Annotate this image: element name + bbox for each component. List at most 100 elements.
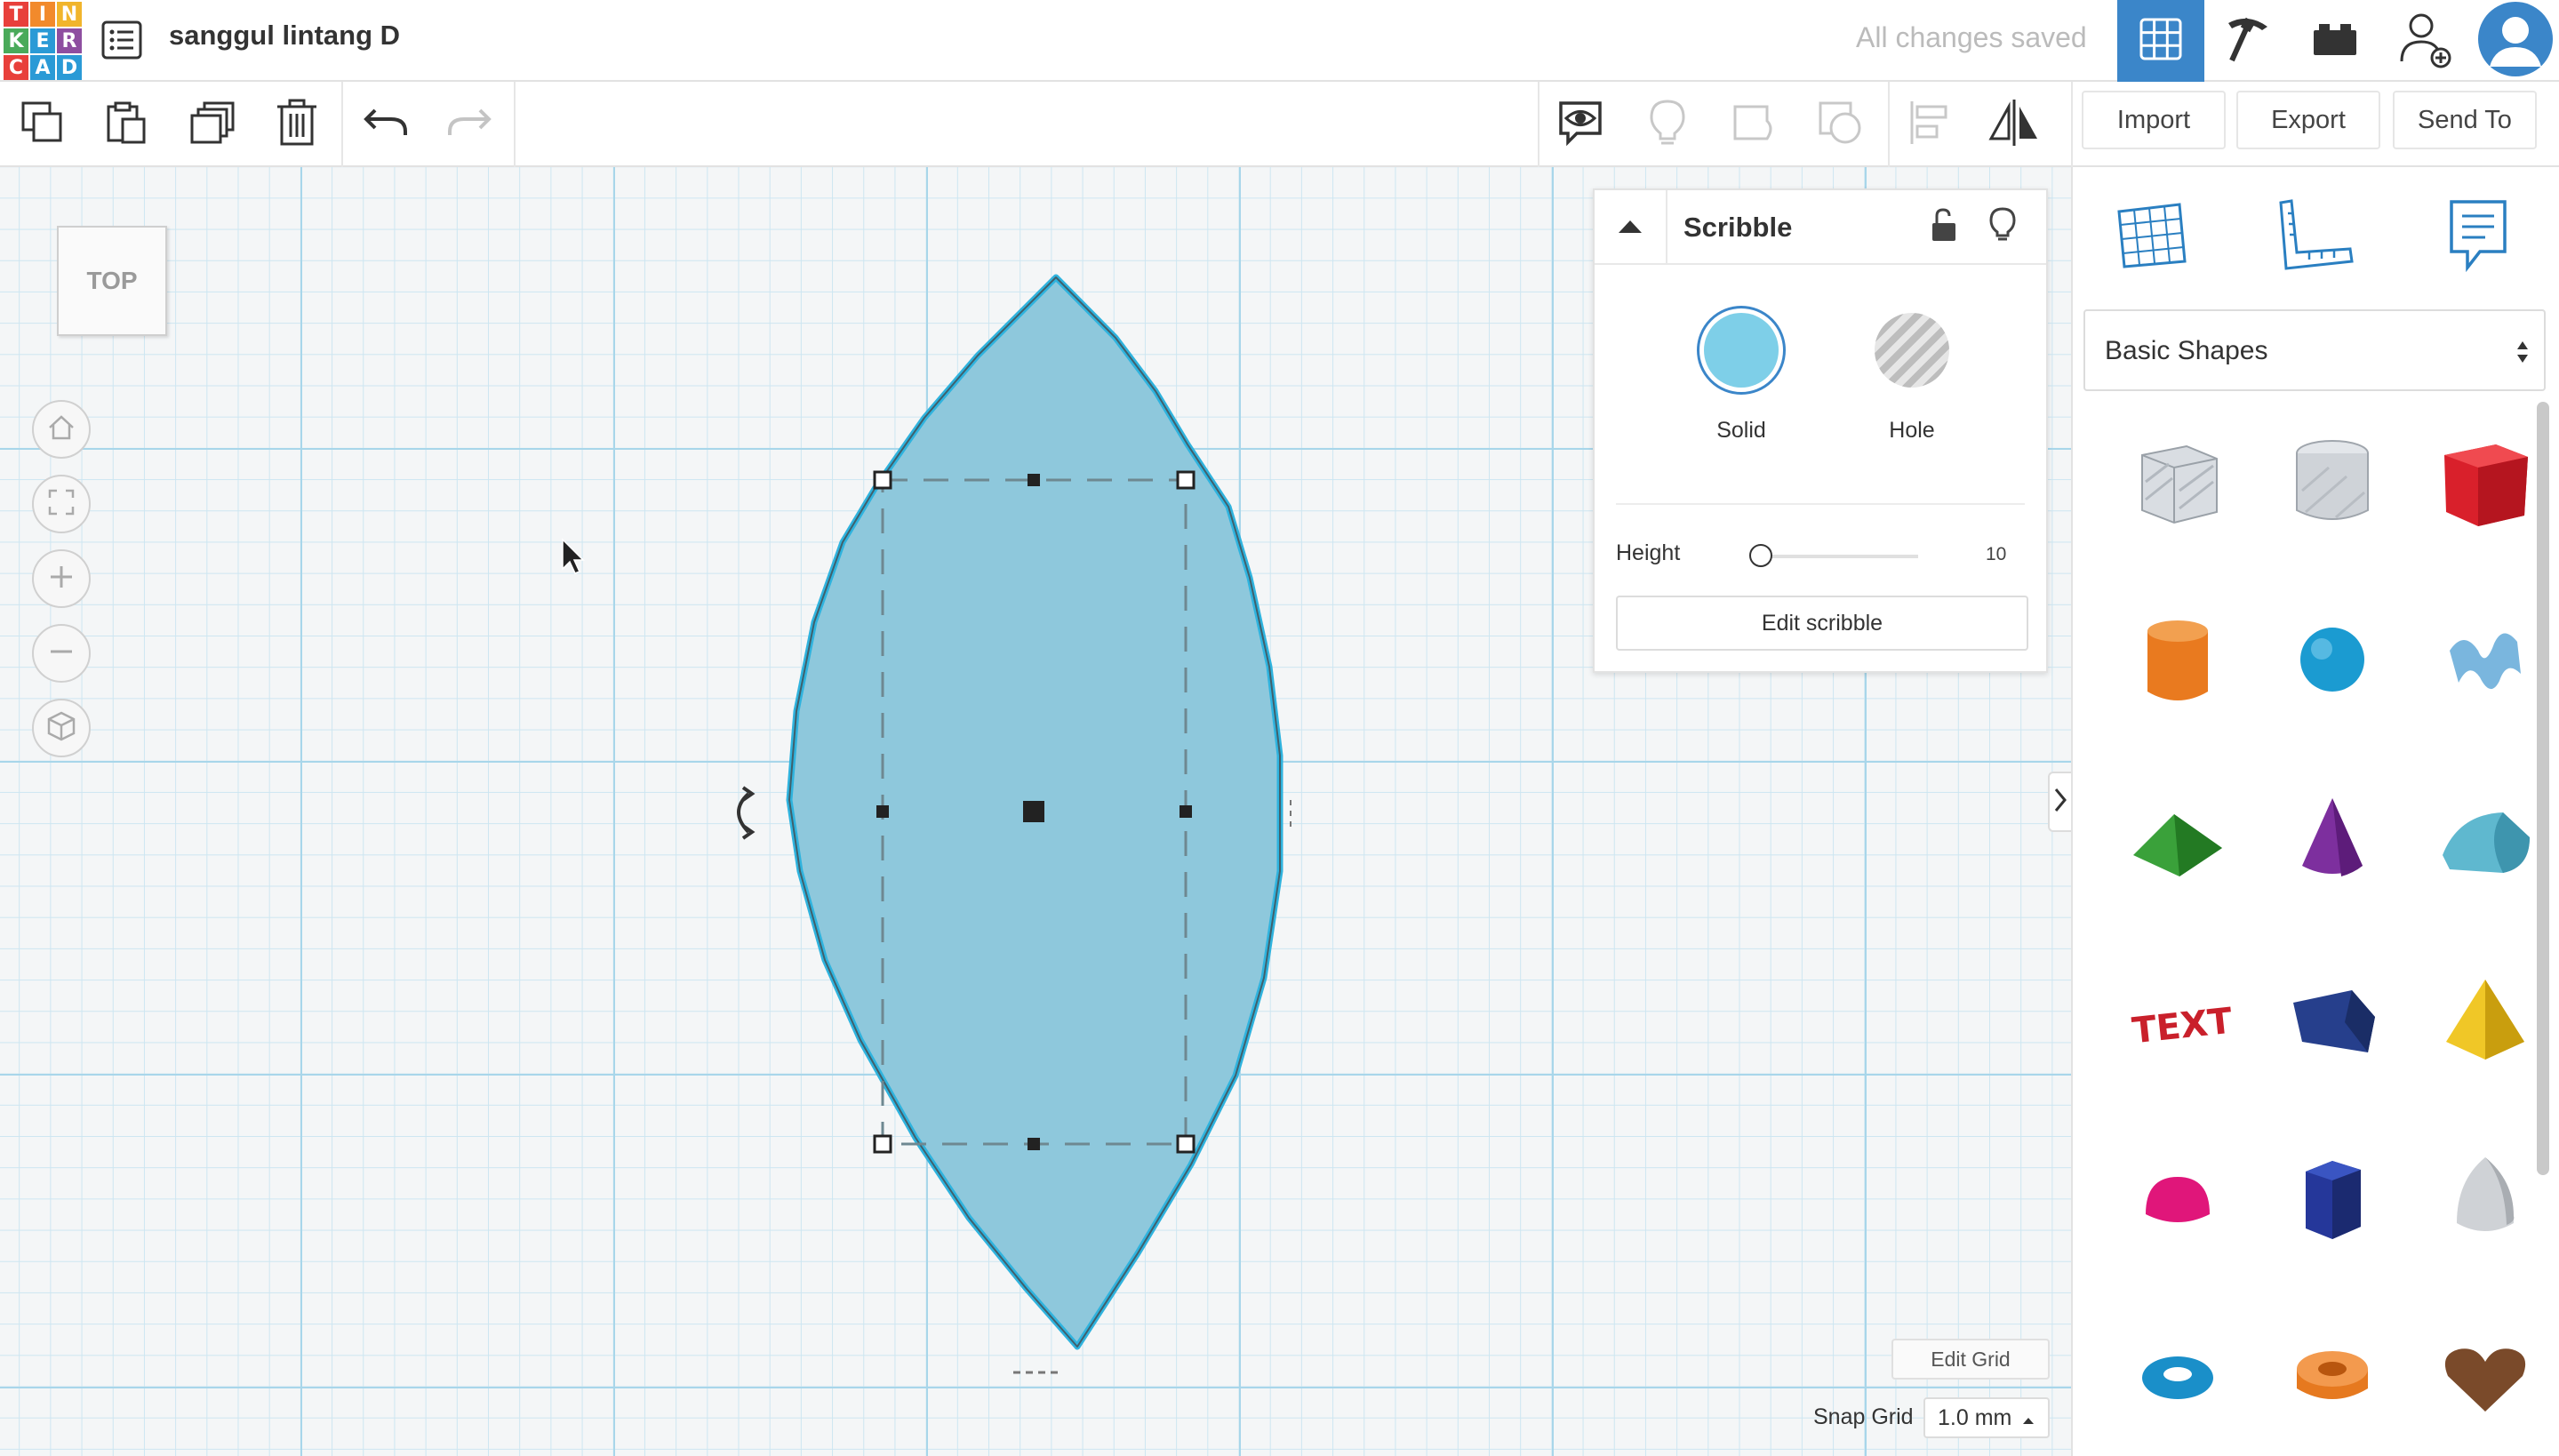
library-collapse-arrow[interactable] (2048, 772, 2071, 832)
svg-text:TEXT: TEXT (2131, 1001, 2231, 1052)
lock-button[interactable] (1923, 206, 1964, 247)
3d-design-view-button[interactable] (2117, 0, 2204, 82)
duplicate-button[interactable] (187, 98, 240, 151)
cylinder-shape[interactable] (2124, 606, 2231, 713)
undo-icon (363, 105, 409, 145)
snap-grid-select[interactable]: 1.0 mm (1923, 1397, 2050, 1438)
ruler-tab[interactable] (2272, 194, 2357, 279)
align-button[interactable] (1902, 98, 1955, 151)
toolbar-separator (341, 82, 343, 167)
paraboloid-shape[interactable] (2432, 1145, 2539, 1252)
lightbulb-icon (1648, 98, 1687, 152)
height-slider[interactable] (1749, 544, 1918, 567)
lightbulb-icon (1989, 206, 2016, 247)
copy-button[interactable] (16, 98, 69, 151)
brick-icon (2312, 21, 2358, 61)
polygon-shape[interactable] (2279, 1145, 2386, 1252)
tinkercad-logo[interactable]: TIN KER CAD (4, 2, 82, 80)
height-label: Height (1616, 540, 1681, 565)
sphere-shape[interactable] (2279, 606, 2386, 713)
blocks-view-button[interactable] (2204, 0, 2291, 82)
library-scrollbar[interactable] (2537, 402, 2549, 1175)
cone-shape[interactable] (2279, 784, 2386, 891)
box-hole-shape[interactable] (2124, 428, 2231, 535)
cylinder-hole-shape-icon (2296, 440, 2369, 520)
inspector-header: Scribble (1595, 190, 2046, 265)
export-button[interactable]: Export (2236, 91, 2380, 149)
cylinder-hole-shape[interactable] (2279, 428, 2386, 535)
redo-button[interactable] (443, 98, 496, 151)
notes-visibility-button[interactable] (1554, 98, 1607, 151)
half-sphere-shape[interactable] (2124, 1145, 2231, 1252)
heart-shape[interactable] (2432, 1323, 2539, 1429)
redo-icon (446, 105, 492, 145)
delete-button[interactable] (270, 98, 324, 151)
align-icon (1907, 98, 1951, 152)
ruler-icon (2275, 197, 2354, 276)
scribble-shape-icon (2450, 633, 2521, 690)
round-roof-shape-icon (2443, 812, 2530, 873)
height-value[interactable]: 10 (1986, 544, 2006, 565)
grid-view-icon (2139, 17, 2183, 66)
chevron-right-icon (2053, 787, 2067, 818)
tube-shape[interactable] (2279, 1323, 2386, 1429)
polygon-shape-icon (2306, 1161, 2361, 1239)
text-shape[interactable]: TEXT (2124, 967, 2231, 1074)
pyramid-shape[interactable] (2432, 967, 2539, 1074)
cylinder-shape-icon (2147, 620, 2208, 700)
shapes-library-panel: Basic Shapes TEXT (2071, 167, 2559, 1456)
hole-label: Hole (1889, 418, 1935, 443)
import-button[interactable]: Import (2082, 91, 2226, 149)
send-to-button[interactable]: Send To (2393, 91, 2537, 149)
group-button[interactable] (1728, 98, 1781, 151)
logo-letter: I (30, 2, 55, 27)
logo-letter: E (30, 28, 55, 53)
hole-option[interactable]: Hole (1863, 306, 1961, 448)
paste-button[interactable] (100, 98, 153, 151)
design-title[interactable]: sanggul lintang D (169, 20, 400, 52)
height-slider-handle[interactable] (1749, 544, 1772, 567)
avatar-icon (2477, 1, 2554, 82)
ungroup-button[interactable] (1813, 98, 1867, 151)
solid-option[interactable]: Solid (1692, 306, 1790, 448)
share-user-button[interactable] (2387, 0, 2464, 82)
hole-swatch[interactable] (1875, 313, 1949, 388)
show-all-button[interactable] (1641, 98, 1694, 151)
roof-shape[interactable] (2124, 784, 2231, 891)
workplane-tab[interactable] (2108, 194, 2194, 279)
scribble-shape[interactable] (2432, 606, 2539, 713)
inspector-divider (1616, 503, 2025, 505)
bricks-view-button[interactable] (2291, 0, 2379, 82)
logo-letter: T (4, 2, 28, 27)
logo-letter: K (4, 28, 28, 53)
text-shape-icon: TEXT (2131, 1001, 2231, 1052)
shape-generator[interactable] (2279, 967, 2386, 1074)
undo-button[interactable] (359, 98, 412, 151)
shape-name[interactable]: Scribble (1683, 212, 1792, 244)
mirror-button[interactable] (1987, 98, 2041, 151)
collapse-inspector-button[interactable] (1595, 190, 1667, 265)
solid-color-swatch[interactable] (1697, 306, 1786, 395)
cone-shape-icon (2302, 798, 2363, 876)
sphere-shape-icon (2300, 628, 2364, 692)
edit-grid-button[interactable]: Edit Grid (1891, 1339, 2050, 1380)
edit-toolbar: Import Export Send To (0, 82, 2559, 167)
box-shape[interactable] (2432, 428, 2539, 535)
save-status: All changes saved (1856, 21, 2087, 53)
tube-shape-icon (2297, 1351, 2368, 1399)
snap-grid-label: Snap Grid (1813, 1404, 1914, 1429)
round-roof-shape[interactable] (2432, 784, 2539, 891)
paraboloid-shape-icon (2457, 1157, 2515, 1231)
design-list-icon[interactable] (100, 20, 144, 60)
roof-shape-icon (2133, 814, 2222, 876)
shape-category-select[interactable]: Basic Shapes (2083, 309, 2546, 391)
visibility-button[interactable] (1982, 206, 2023, 247)
ungroup-icon (1815, 98, 1865, 152)
edit-scribble-button[interactable]: Edit scribble (1616, 596, 2028, 651)
notes-tab[interactable] (2435, 194, 2521, 279)
chevron-up-icon (1617, 217, 1643, 239)
profile-button[interactable] (2473, 0, 2558, 82)
box-shape-icon (2444, 444, 2528, 526)
notes-icon (2446, 196, 2510, 277)
torus-shape[interactable] (2124, 1323, 2231, 1429)
